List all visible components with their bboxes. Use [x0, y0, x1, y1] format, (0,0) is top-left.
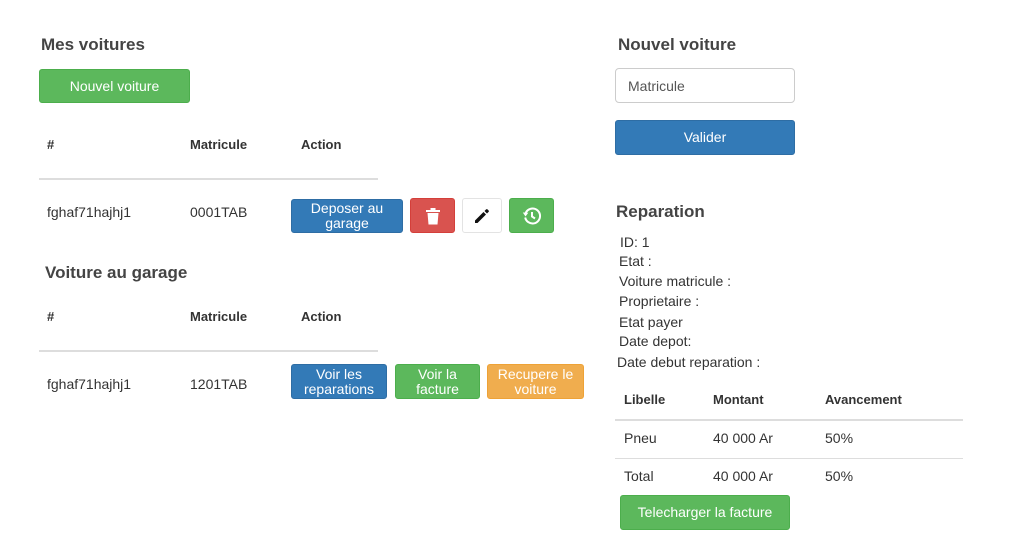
table-header-divider [39, 178, 378, 180]
reparation-id: ID: 1 [620, 234, 650, 250]
reparation-date-debut: Date debut reparation : [617, 354, 761, 370]
table-header-divider [615, 419, 963, 421]
nouvel-voiture-title: Nouvel voiture [618, 35, 737, 54]
col-header-matricule: Matricule [190, 309, 248, 324]
pencil-icon [473, 207, 491, 225]
voir-les-reparations-button[interactable]: Voir les reparations [291, 364, 387, 399]
col-header-id: # [47, 137, 55, 152]
reparation-title: Reparation [616, 202, 705, 221]
voiture-au-garage-title: Voiture au garage [45, 263, 188, 282]
reparation-etat: Etat : [619, 253, 652, 269]
col-header-action: Action [301, 309, 342, 324]
cell-montant: 40 000 Ar [713, 430, 773, 446]
table-header-divider [39, 350, 378, 352]
valider-button[interactable]: Valider [615, 120, 795, 155]
reparation-proprietaire: Proprietaire : [619, 293, 700, 309]
row-matricule: 1201TAB [190, 376, 248, 392]
reparation-voiture-matricule: Voiture matricule : [619, 273, 732, 289]
row-id: fghaf71hajhj1 [47, 376, 132, 392]
delete-button[interactable] [410, 198, 455, 233]
nouvel-voiture-button[interactable]: Nouvel voiture [39, 69, 190, 103]
col-header-matricule: Matricule [190, 137, 248, 152]
voir-la-facture-button[interactable]: Voir la facture [395, 364, 480, 399]
col-header-id: # [47, 309, 55, 324]
col-header-avancement: Avancement [825, 392, 902, 407]
telecharger-facture-button[interactable]: Telecharger la facture [620, 495, 790, 530]
mes-voitures-title: Mes voitures [41, 35, 145, 54]
edit-button[interactable] [462, 198, 502, 233]
cell-avancement: 50% [825, 468, 854, 484]
col-header-libelle: Libelle [624, 392, 666, 407]
history-button[interactable] [509, 198, 554, 233]
recupere-le-voiture-button[interactable]: Recupere le voiture [487, 364, 584, 399]
matricule-input[interactable]: Matricule [615, 68, 795, 103]
history-icon [522, 206, 542, 226]
col-header-montant: Montant [713, 392, 764, 407]
cell-libelle: Pneu [624, 430, 657, 446]
cell-avancement: 50% [825, 430, 854, 446]
table-row-divider [615, 458, 963, 459]
col-header-action: Action [301, 137, 342, 152]
trash-icon [425, 207, 441, 225]
row-matricule: 0001TAB [190, 204, 248, 220]
reparation-etat-payer: Etat payer [619, 314, 683, 330]
row-id: fghaf71hajhj1 [47, 204, 132, 220]
cell-montant: 40 000 Ar [713, 468, 773, 484]
deposer-au-garage-button[interactable]: Deposer au garage [291, 199, 403, 233]
reparation-date-depot: Date depot: [619, 333, 692, 349]
cell-libelle: Total [624, 468, 654, 484]
